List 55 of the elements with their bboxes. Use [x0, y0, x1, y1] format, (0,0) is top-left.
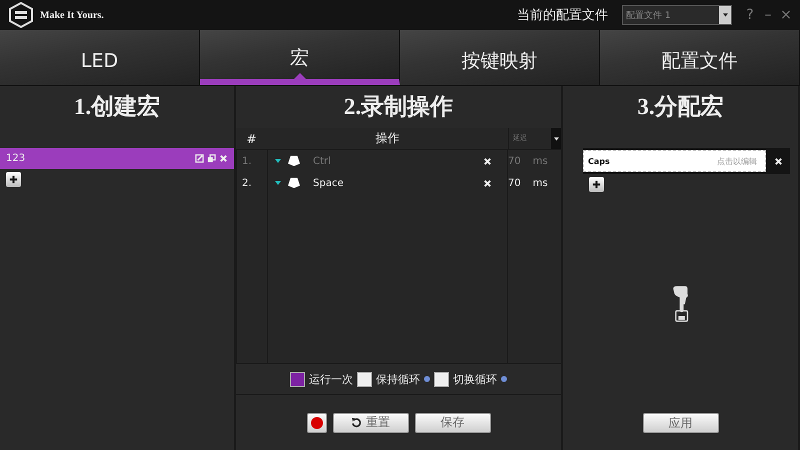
- delete-icon[interactable]: [483, 178, 492, 188]
- checkbox[interactable]: [357, 372, 372, 386]
- column-header: 操作: [374, 130, 400, 147]
- key-binding-field[interactable]: Caps 点击以编辑: [583, 150, 766, 172]
- logo-icon: [8, 2, 34, 28]
- info-icon[interactable]: [424, 376, 430, 382]
- expand-icon[interactable]: [275, 158, 281, 164]
- caret-icon: [554, 136, 558, 140]
- key-icon: [287, 177, 301, 189]
- tab[interactable]: LED: [0, 30, 200, 85]
- checkbox[interactable]: [434, 372, 449, 386]
- row-number: 1.: [241, 156, 253, 166]
- plus-icon: [9, 175, 18, 184]
- panel-title: 3.分配宏: [636, 93, 725, 121]
- key-name: Ctrl: [313, 156, 331, 166]
- panel-title: 2.录制操作: [342, 93, 454, 121]
- delay-value: 70: [508, 156, 521, 166]
- option-label: 运行一次: [309, 372, 353, 386]
- option-label: 保持循环: [376, 372, 420, 386]
- delay-value: 70: [508, 178, 521, 188]
- info-icon[interactable]: [501, 376, 507, 382]
- delay-unit: ms: [532, 178, 548, 188]
- undo-arrow-icon: [351, 417, 362, 428]
- key-name: Space: [313, 178, 344, 188]
- edit-icon[interactable]: [195, 154, 204, 163]
- record-dot-icon: [310, 416, 322, 428]
- reset-button[interactable]: 重置: [332, 412, 408, 432]
- help-button[interactable]: ?: [744, 7, 756, 23]
- tab[interactable]: 配置文件: [600, 30, 800, 85]
- expand-icon[interactable]: [275, 180, 281, 186]
- add-button[interactable]: [589, 177, 604, 192]
- checkbox[interactable]: [290, 372, 305, 386]
- macro-item[interactable]: 123: [0, 148, 234, 169]
- close-icon: [774, 156, 782, 166]
- tab[interactable]: 宏: [200, 30, 400, 85]
- row-number: 2.: [241, 178, 253, 188]
- record-button[interactable]: [306, 412, 326, 432]
- plus-icon: [592, 180, 601, 189]
- save-button[interactable]: 保存: [414, 412, 490, 432]
- option-label: 切换循环: [453, 372, 497, 386]
- logo-tagline: Make It Yours.: [40, 10, 104, 20]
- tab[interactable]: 按键映射: [400, 30, 600, 85]
- add-button[interactable]: [6, 172, 21, 187]
- caret-icon: [722, 13, 728, 17]
- delay-unit: ms: [532, 156, 548, 166]
- key-icon: [287, 155, 301, 167]
- copy-icon[interactable]: [207, 154, 216, 163]
- close-button[interactable]: ×: [780, 7, 792, 23]
- profile-label: 当前的配置文件: [517, 7, 608, 24]
- panel-title: 1.创建宏: [72, 93, 162, 121]
- column-header: #: [245, 132, 258, 146]
- minimize-button[interactable]: –: [762, 7, 774, 23]
- apply-button[interactable]: 应用: [642, 413, 718, 433]
- delete-icon[interactable]: [483, 156, 492, 166]
- profile-dropdown[interactable]: 配置文件 1: [622, 5, 732, 25]
